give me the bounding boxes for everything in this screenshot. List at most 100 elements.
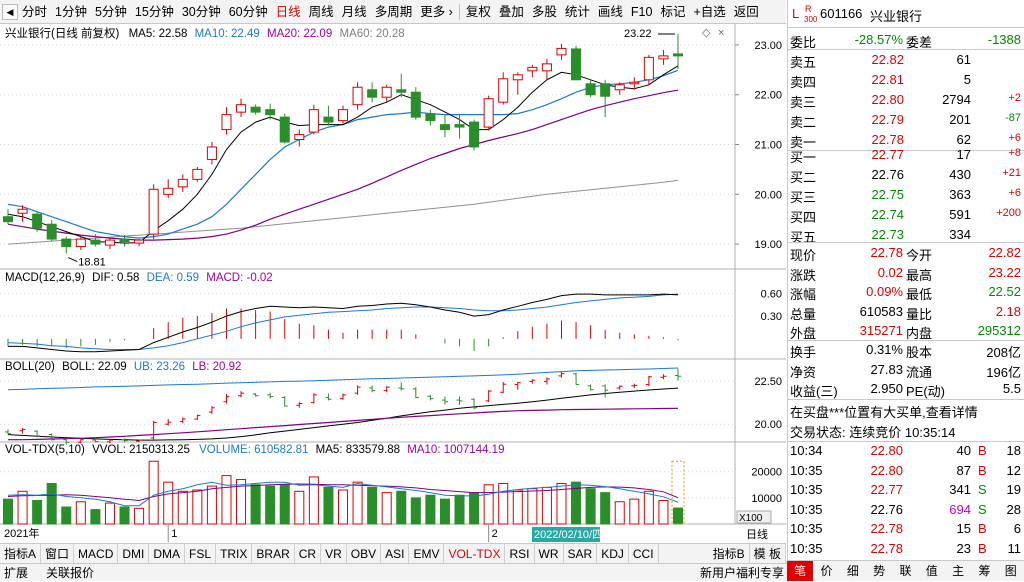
quote-tab-0[interactable]: 笔 <box>787 561 814 581</box>
tab-weekly[interactable]: 周线 <box>305 0 338 24</box>
indicator-tab-macd[interactable]: MACD <box>74 544 119 563</box>
related-quote-button[interactable]: 关联报价 <box>46 564 94 582</box>
notice-text[interactable]: 在买盘***位置有大买单,查看详情 <box>790 402 978 421</box>
indicator-tab-cci[interactable]: CCI <box>629 544 659 563</box>
indicator-tab-emv[interactable]: EMV <box>409 544 445 563</box>
expand-button[interactable]: 扩展 <box>4 564 28 582</box>
quote-tab-1[interactable]: 价 <box>813 561 839 581</box>
quote-tab-2[interactable]: 细 <box>840 561 866 581</box>
sell-change: +2 <box>1008 92 1021 104</box>
month-label: 2 <box>492 528 498 540</box>
stat-value: 2.18 <box>995 303 1021 319</box>
volume-bar <box>410 497 421 525</box>
vol-ma10-value: MA10: 1007144.19 <box>407 444 505 456</box>
low-arrow <box>68 257 78 263</box>
tab-daily[interactable]: 日线 <box>272 0 305 24</box>
y-tick-label: 22.50 <box>754 376 782 388</box>
candle-body <box>527 66 538 72</box>
quote-tab-7[interactable]: 筹 <box>971 561 997 581</box>
tab-60min[interactable]: 60分钟 <box>225 0 272 24</box>
indicator-tab-trix[interactable]: TRIX <box>216 544 253 563</box>
boll-bar <box>340 393 346 400</box>
boll-bar <box>529 379 536 384</box>
indicator-tab-sar[interactable]: SAR <box>564 544 598 563</box>
nav-arrows[interactable]: ◀ <box>0 3 18 20</box>
indicator-tab-dmi[interactable]: DMI <box>118 544 150 563</box>
candle-body <box>425 113 436 122</box>
indicator-tab-fsl[interactable]: FSL <box>185 544 217 563</box>
quote-tab-3[interactable]: 势 <box>866 561 892 581</box>
add-favorite-button[interactable]: +自选 <box>689 0 729 24</box>
tick-count: 6 <box>1013 521 1021 536</box>
candle <box>323 105 334 126</box>
candle <box>396 73 407 98</box>
stat2-row: 换手 0.31% 股本 208亿 <box>788 340 1024 360</box>
back-button[interactable]: 返回 <box>730 0 763 24</box>
fuquan-button[interactable]: 复权 <box>462 0 495 24</box>
multi-stock-button[interactable]: 多股 <box>528 0 561 24</box>
quote-tab-8[interactable]: 图 <box>998 561 1024 581</box>
boll-bar <box>587 384 594 391</box>
cursor-date-label: 2022/02/10/四 <box>534 529 603 541</box>
quote-tab-5[interactable]: 值 <box>919 561 945 581</box>
candle <box>294 129 305 147</box>
indicator-tab-brar[interactable]: BRAR <box>252 544 295 563</box>
candle-body <box>396 89 407 93</box>
candle-body <box>90 239 101 245</box>
left-arrow-icon[interactable]: ◀ <box>2 3 18 20</box>
template-button[interactable]: 模 板 <box>750 544 786 563</box>
draw-line-button[interactable]: 画线 <box>594 0 627 24</box>
quote-tab-6[interactable]: 主 <box>945 561 971 581</box>
sell-volume: 5 <box>963 72 971 87</box>
buy-price: 22.74 <box>871 207 904 222</box>
weibi-value: -28.57% <box>854 32 903 47</box>
f10-button[interactable]: F10 <box>627 0 657 24</box>
statistics-button[interactable]: 统计 <box>561 0 594 24</box>
tab-15min[interactable]: 15分钟 <box>131 0 178 24</box>
indicator-tab-vr[interactable]: VR <box>321 544 347 563</box>
buy-change: +200 <box>996 207 1021 219</box>
tick-volume: 341 <box>949 482 971 497</box>
indicator-tab-rsi[interactable]: RSI <box>505 544 535 563</box>
volume-bar <box>206 485 217 525</box>
r-badge: R <box>805 4 812 14</box>
candle-body <box>308 109 319 133</box>
tab-multi-period[interactable]: 多周期 <box>371 0 417 24</box>
tab-fenshi[interactable]: 分时 <box>18 0 51 24</box>
board-badge: 300 <box>804 15 818 24</box>
indicator-tab-obv[interactable]: OBV <box>347 544 382 563</box>
tab-5min[interactable]: 5分钟 <box>91 0 131 24</box>
stat-value: 295312 <box>977 323 1021 338</box>
mark-button[interactable]: 标记 <box>656 0 689 24</box>
ma20-value: MA20: 22.09 <box>267 28 333 40</box>
boll-bar <box>252 393 259 397</box>
candle <box>381 84 392 103</box>
y-tick-label: 20000 <box>751 467 782 479</box>
stat-label: 涨幅 <box>790 287 817 302</box>
indicator-tab-asi[interactable]: ASI <box>381 544 410 563</box>
candle-body <box>367 89 378 98</box>
indicator-b-button[interactable]: 指标B <box>709 544 750 563</box>
tab-30min[interactable]: 30分钟 <box>178 0 225 24</box>
tab-monthly[interactable]: 月线 <box>338 0 371 24</box>
overlay-button[interactable]: 叠加 <box>495 0 528 24</box>
y-tick-label: 22.00 <box>754 90 782 102</box>
candle-body <box>323 116 334 123</box>
boll-bar <box>514 381 521 390</box>
stat-label: 净资 <box>790 364 817 380</box>
volume-bar <box>2 498 14 525</box>
indicator-tab-窗口[interactable]: 窗口 <box>41 544 75 563</box>
candle-body <box>454 124 465 128</box>
new-user-benefit-link[interactable]: 新用户福利专享 <box>700 564 784 582</box>
indicator-tab-kdj[interactable]: KDJ <box>597 544 629 563</box>
indicator-tab-cr[interactable]: CR <box>295 544 322 563</box>
indicator-tab-指标a[interactable]: 指标A <box>0 544 42 563</box>
indicator-tab-vol-tdx[interactable]: VOL-TDX <box>444 544 506 563</box>
indicator-tab-dma[interactable]: DMA <box>149 544 186 563</box>
stat-label: PE(动) <box>906 384 946 399</box>
indicator-tab-wr[interactable]: WR <box>535 544 564 563</box>
tab-more[interactable]: 更多 › <box>416 0 457 24</box>
quote-tab-4[interactable]: 联 <box>892 561 918 581</box>
tab-1min[interactable]: 1分钟 <box>51 0 91 24</box>
macd-value: MACD: -0.02 <box>206 272 273 284</box>
